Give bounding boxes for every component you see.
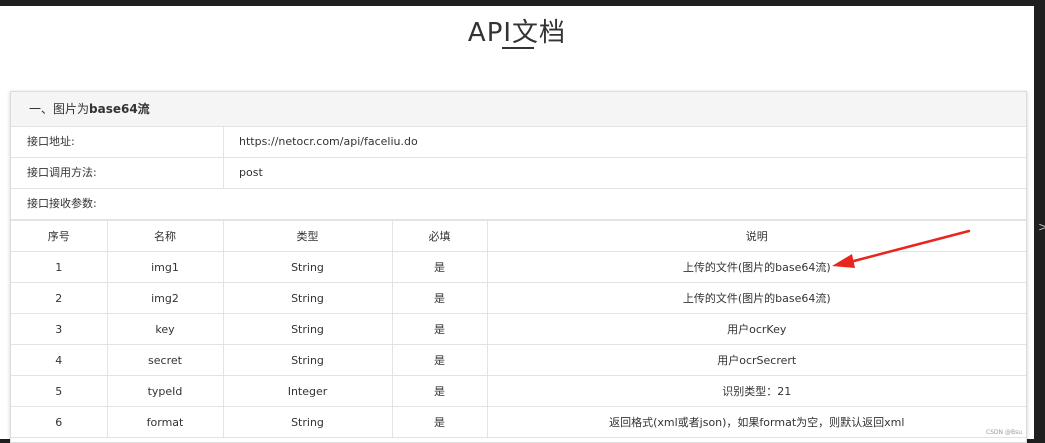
annotation-arrow-icon [832,229,971,268]
edge-chevron-icon: > [1038,220,1045,234]
